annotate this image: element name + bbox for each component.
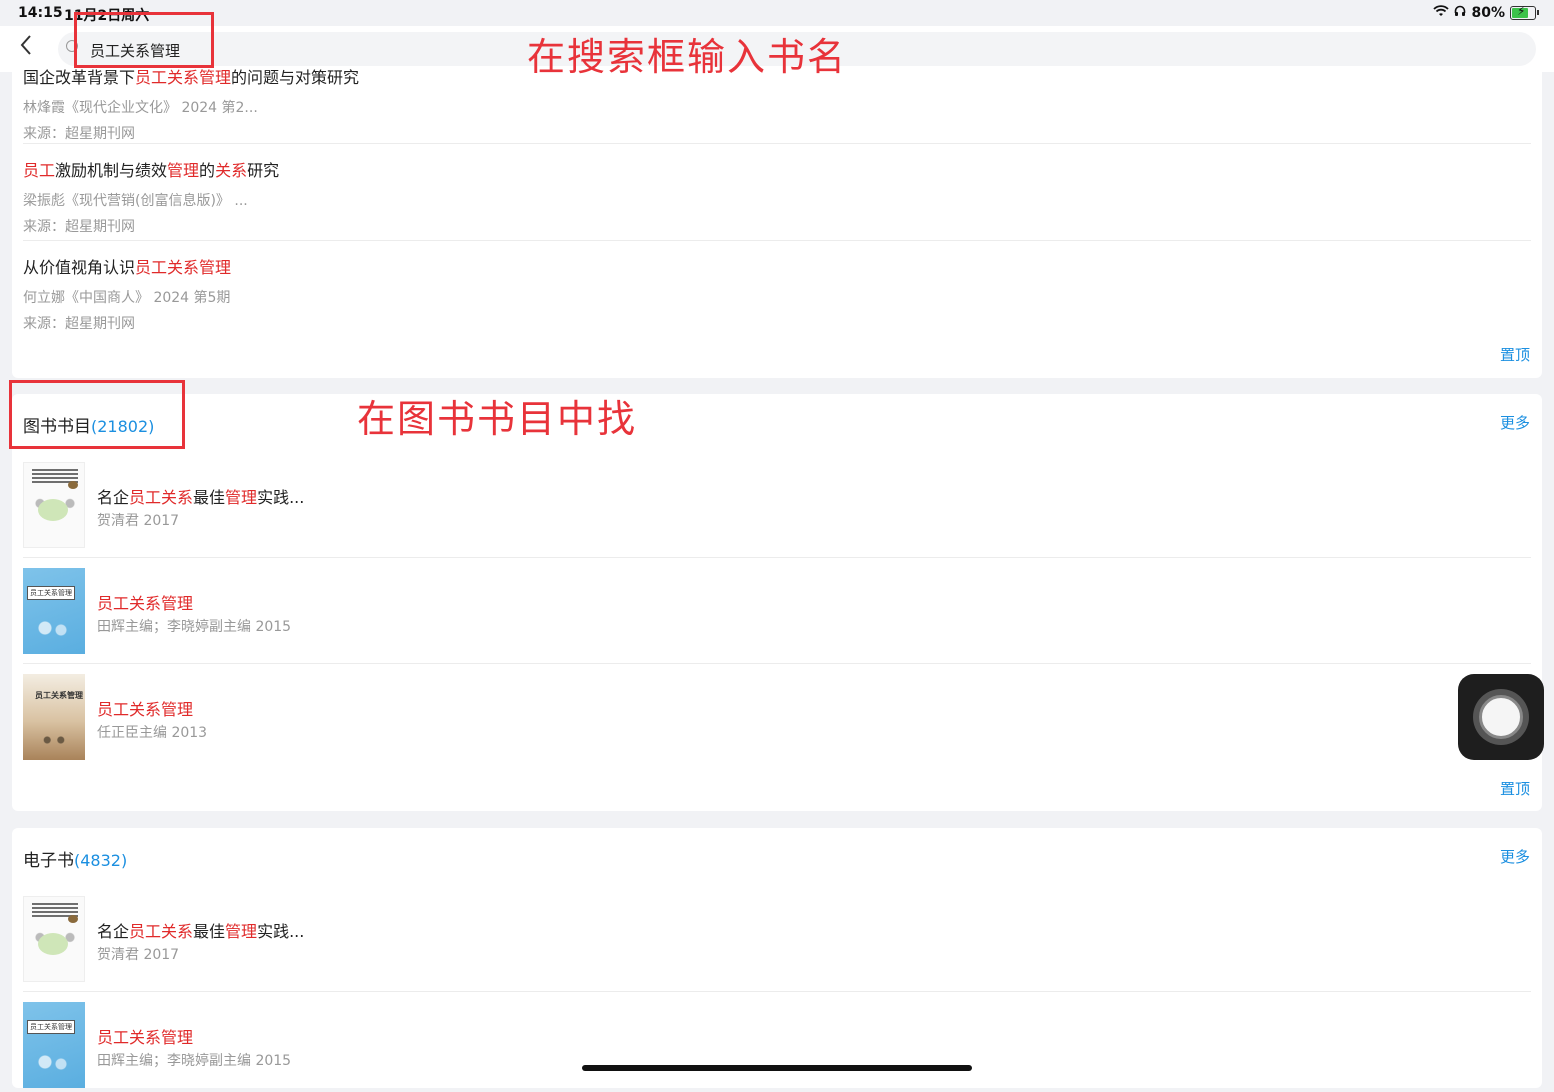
- title-text: 名企: [97, 922, 130, 941]
- list-item[interactable]: 员工激励机制与绩效管理的关系研究 梁振彪《现代营销(创富信息版)》 ... 来源…: [23, 157, 1531, 236]
- highlighted-term: 员工关系管理: [97, 1028, 194, 1047]
- title-text: 国企改革背景下: [23, 68, 136, 87]
- highlighted-term: 管理: [167, 161, 200, 180]
- article-title: 员工激励机制与绩效管理的关系研究: [23, 157, 1531, 181]
- status-time: 14:15: [18, 5, 63, 21]
- cover-label: 员工关系管理: [27, 1020, 75, 1034]
- article-meta: 林烽霞《现代企业文化》 2024 第2...: [23, 100, 258, 116]
- highlighted-term: 员工关系管理: [135, 258, 232, 277]
- title-text: 的问题与对策研究: [231, 68, 360, 87]
- article-source: 来源：超星期刊网: [23, 219, 135, 235]
- title-text: 最佳: [193, 922, 226, 941]
- book-cover: 员工关系管理: [23, 568, 85, 654]
- search-highlight-box: [74, 12, 214, 68]
- cover-label: 员工关系管理: [27, 586, 75, 600]
- chevron-left-icon: [20, 35, 31, 55]
- battery-icon: ⚡: [1510, 4, 1539, 20]
- books-hint-annotation: 在图书书目中找: [357, 397, 638, 441]
- book-item[interactable]: 员工关系管理 员工关系管理 田辉主编；李晓婷副主编 2015: [23, 1002, 1531, 1092]
- more-ebooks-link[interactable]: 更多: [1500, 846, 1530, 867]
- title-text: 从价值视角认识: [23, 258, 136, 277]
- book-cover: 员工关系管理: [23, 1002, 85, 1088]
- divider: [23, 557, 1531, 558]
- pin-top-button[interactable]: 置顶: [1500, 344, 1530, 365]
- book-item[interactable]: 员工关系管理 员工关系管理 田辉主编；李晓婷副主编 2015: [23, 568, 1531, 658]
- title-text: 最佳: [193, 488, 226, 507]
- divider: [23, 240, 1531, 241]
- divider: [23, 991, 1531, 992]
- article-source: 来源：超星期刊网: [23, 316, 135, 332]
- back-button[interactable]: [12, 34, 40, 62]
- highlighted-term: 员工关系: [129, 488, 194, 507]
- book-title: 名企员工关系最佳管理实践...: [97, 484, 304, 508]
- ebooks-title-text: 电子书: [23, 851, 74, 871]
- title-text: 实践...: [257, 922, 305, 941]
- book-meta: 任正臣主编 2013: [97, 725, 208, 741]
- headphones-icon: [1454, 5, 1466, 21]
- book-cover: [23, 896, 85, 982]
- book-meta: 田辉主编；李晓婷副主编 2015: [97, 1053, 292, 1069]
- status-bar: 14:15 11月2日周六 80% ⚡: [0, 0, 1554, 28]
- book-meta: 田辉主编；李晓婷副主编 2015: [97, 619, 292, 635]
- book-cover: 员工关系管理: [23, 674, 85, 760]
- article-source: 来源：超星期刊网: [23, 126, 135, 142]
- search-hint-annotation: 在搜索框输入书名: [527, 35, 848, 79]
- highlighted-term: 员工: [23, 161, 56, 180]
- books-card: 图书书目(21802) 更多 名企员工关系最佳管理实践... 贺清君 2017 …: [12, 394, 1542, 811]
- book-title: 员工关系管理: [97, 590, 193, 614]
- highlighted-term: 管理: [225, 922, 258, 941]
- status-right: 80% ⚡: [1433, 4, 1539, 21]
- divider: [23, 143, 1531, 144]
- title-text: 激励机制与绩效: [55, 161, 168, 180]
- cover-label: 员工关系管理: [35, 691, 83, 700]
- article-title: 从价值视角认识员工关系管理: [23, 254, 1531, 278]
- book-title: 员工关系管理: [97, 1024, 193, 1048]
- book-title: 名企员工关系最佳管理实践...: [97, 918, 304, 942]
- more-books-link[interactable]: 更多: [1500, 412, 1530, 433]
- pin-top-button[interactable]: 置顶: [1500, 778, 1530, 799]
- article-meta: 何立娜《中国商人》 2024 第5期: [23, 290, 231, 306]
- list-item[interactable]: 从价值视角认识员工关系管理 何立娜《中国商人》 2024 第5期 来源：超星期刊…: [23, 254, 1531, 333]
- divider: [23, 663, 1531, 664]
- highlighted-term: 管理: [225, 488, 258, 507]
- highlighted-term: 关系: [215, 161, 248, 180]
- highlighted-term: 员工关系管理: [97, 594, 194, 613]
- title-text: 研究: [247, 161, 280, 180]
- title-text: 的: [199, 161, 216, 180]
- assistive-touch-button[interactable]: [1458, 674, 1544, 760]
- books-highlight-box: [9, 380, 185, 449]
- home-indicator[interactable]: [582, 1065, 972, 1071]
- book-item[interactable]: 名企员工关系最佳管理实践... 贺清君 2017: [23, 896, 1531, 986]
- ebooks-section-title: 电子书(4832): [23, 846, 127, 871]
- ebooks-count: (4832): [74, 851, 128, 870]
- book-cover: [23, 462, 85, 548]
- article-meta: 梁振彪《现代营销(创富信息版)》 ...: [23, 193, 248, 209]
- book-meta: 贺清君 2017: [97, 513, 180, 529]
- book-meta: 贺清君 2017: [97, 947, 180, 963]
- wifi-icon: [1433, 5, 1450, 21]
- highlighted-term: 员工关系管理: [135, 68, 232, 87]
- title-text: 实践...: [257, 488, 305, 507]
- book-title: 员工关系管理: [97, 696, 193, 720]
- highlighted-term: 员工关系管理: [97, 700, 194, 719]
- highlighted-term: 员工关系: [129, 922, 194, 941]
- book-item[interactable]: 名企员工关系最佳管理实践... 贺清君 2017: [23, 462, 1531, 552]
- ebooks-card: 电子书(4832) 更多 名企员工关系最佳管理实践... 贺清君 2017 员工…: [12, 828, 1542, 1088]
- book-item[interactable]: 员工关系管理 员工关系管理 任正臣主编 2013: [23, 674, 1531, 764]
- articles-card: 国企改革背景下员工关系管理的问题与对策研究 林烽霞《现代企业文化》 2024 第…: [12, 68, 1542, 378]
- battery-percent: 80%: [1471, 5, 1505, 21]
- title-text: 名企: [97, 488, 130, 507]
